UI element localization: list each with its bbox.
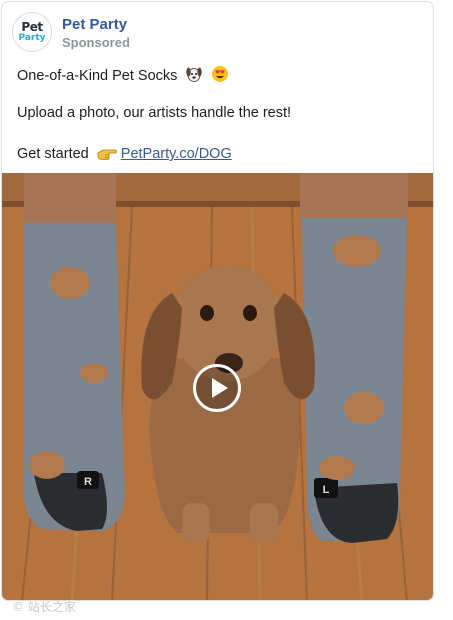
page-name-link[interactable]: Pet Party xyxy=(62,16,127,33)
page-avatar[interactable]: Pet Party xyxy=(12,12,52,52)
watermark-text: © 站长之家 xyxy=(12,600,76,614)
post-cta-line: Get started PetParty.co/DOG xyxy=(17,145,232,162)
play-button-icon[interactable] xyxy=(193,364,241,412)
post-headline: One-of-a-Kind Pet Socks xyxy=(17,65,229,84)
ad-post-card: Pet Party Pet Party Sponsored One-of-a-K… xyxy=(1,1,434,601)
avatar-logo-text: Pet xyxy=(21,20,43,34)
dog-face-icon xyxy=(186,67,203,82)
cta-link[interactable]: PetParty.co/DOG xyxy=(121,146,232,162)
cta-text: Get started xyxy=(17,146,89,162)
heart-eyes-icon xyxy=(212,66,229,82)
avatar-logo-subtext: Party xyxy=(18,33,46,43)
sponsored-label[interactable]: Sponsored xyxy=(62,35,130,50)
video-thumbnail[interactable]: R L xyxy=(2,173,433,600)
sock-label-left: L xyxy=(323,484,330,496)
headline-text: One-of-a-Kind Pet Socks xyxy=(17,68,178,84)
pointing-hand-icon xyxy=(97,149,117,160)
post-body: Upload a photo, our artists handle the r… xyxy=(17,105,292,121)
sock-label-right: R xyxy=(84,476,92,488)
